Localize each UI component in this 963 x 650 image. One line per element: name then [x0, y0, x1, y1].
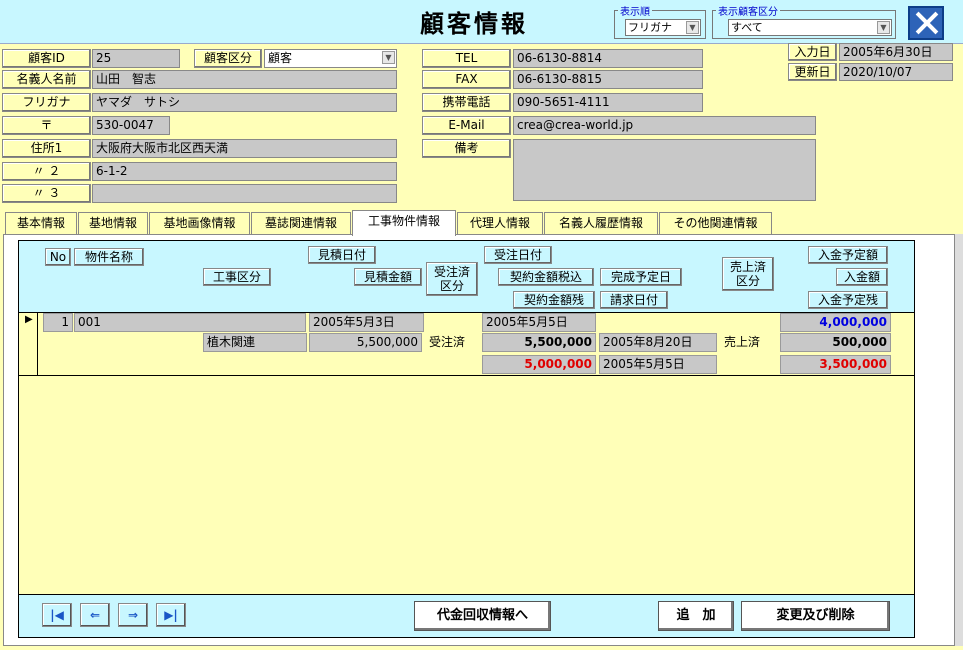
zip-label: 〒 — [2, 116, 91, 135]
edit-delete-button[interactable]: 変更及び削除 — [741, 601, 890, 631]
col-contract-remaining[interactable]: 契約金額残 — [513, 291, 595, 309]
col-estimate-amount[interactable]: 見積金額 — [354, 268, 422, 286]
tab-construction-info[interactable]: 工事物件情報 — [352, 210, 456, 236]
col-completion-date[interactable]: 完成予定日 — [600, 268, 682, 286]
row-contract-tax[interactable]: 5,500,000 — [482, 333, 596, 352]
sort-order-select[interactable]: フリガナ ▼ — [625, 19, 701, 36]
row-invoice-date[interactable]: 2005年5月5日 — [599, 355, 717, 374]
col-expected-payment[interactable]: 入金予定額 — [808, 246, 888, 264]
customer-id-label: 顧客ID — [2, 49, 91, 68]
email-field[interactable]: crea@crea-world.jp — [513, 116, 816, 135]
col-invoice-date[interactable]: 請求日付 — [600, 291, 668, 309]
tab-base-info[interactable]: 基地情報 — [78, 212, 148, 235]
previous-record-button[interactable]: ⇐ — [80, 603, 110, 627]
row-order-date[interactable]: 2005年5月5日 — [482, 313, 596, 332]
close-icon[interactable] — [908, 6, 944, 40]
update-date-label: 更新日 — [788, 63, 837, 81]
entry-date-label: 入力日 — [788, 43, 837, 61]
chevron-down-icon[interactable]: ▼ — [877, 21, 890, 34]
zip-field[interactable]: 530-0047 — [92, 116, 170, 135]
last-record-button[interactable]: ▶| — [156, 603, 186, 627]
customer-filter-value: すべて — [731, 21, 763, 34]
tab-base-image-info[interactable]: 基地画像情報 — [149, 212, 250, 235]
col-contract-tax[interactable]: 契約金額税込 — [498, 268, 594, 286]
note-label: 備考 — [422, 139, 511, 158]
update-date-field[interactable]: 2020/10/07 — [839, 63, 953, 81]
customer-category-value: 顧客 — [268, 51, 293, 65]
mobile-field[interactable]: 090-5651-4111 — [513, 93, 703, 112]
row-sold-status[interactable]: 売上済 — [720, 333, 778, 352]
row-no[interactable]: 1 — [43, 313, 73, 332]
note-field[interactable] — [513, 139, 816, 201]
sort-order-value: フリガナ — [628, 21, 672, 34]
address3-label: 〃 ３ — [2, 184, 91, 203]
chevron-down-icon[interactable]: ▼ — [686, 21, 699, 34]
tab-other-info[interactable]: その他関連情報 — [659, 212, 772, 235]
tab-basic-info[interactable]: 基本情報 — [5, 212, 77, 235]
col-name[interactable]: 物件名称 — [74, 248, 144, 266]
row-expected-payment[interactable]: 4,000,000 — [780, 313, 891, 332]
tab-epitaph-info[interactable]: 墓誌関連情報 — [251, 212, 351, 235]
customer-filter-select[interactable]: すべて ▼ — [728, 19, 892, 36]
name-field[interactable]: 山田 智志 — [92, 70, 397, 89]
address2-label: 〃 ２ — [2, 162, 91, 181]
address3-field[interactable] — [92, 184, 397, 203]
next-record-button[interactable]: ⇒ — [118, 603, 148, 627]
row-estimate-amount[interactable]: 5,500,000 — [309, 333, 422, 352]
collection-info-button[interactable]: 代金回収情報へ — [414, 601, 551, 631]
sort-order-legend: 表示順 — [618, 3, 652, 18]
email-label: E-Mail — [422, 116, 511, 135]
row-payment-remaining[interactable]: 3,500,000 — [780, 355, 891, 374]
entry-date-field[interactable]: 2005年6月30日 — [839, 43, 953, 61]
address1-field[interactable]: 大阪府大阪市北区西天満 — [92, 139, 397, 158]
col-work-type[interactable]: 工事区分 — [203, 268, 271, 286]
chevron-down-icon[interactable]: ▼ — [382, 51, 395, 64]
customer-category-label: 顧客区分 — [194, 49, 262, 68]
furigana-field[interactable]: ヤマダ サトシ — [92, 93, 397, 112]
address2-field[interactable]: 6-1-2 — [92, 162, 397, 181]
fax-field[interactable]: 06-6130-8815 — [513, 70, 703, 89]
col-order-date[interactable]: 受注日付 — [484, 246, 552, 264]
row-ordered-status[interactable]: 受注済 — [425, 333, 480, 352]
col-estimate-date[interactable]: 見積日付 — [308, 246, 376, 264]
first-record-button[interactable]: |◀ — [42, 603, 72, 627]
tel-label: TEL — [422, 49, 511, 68]
row-contract-remaining[interactable]: 5,000,000 — [482, 355, 596, 374]
row-divider — [19, 375, 914, 376]
tel-field[interactable]: 06-6130-8814 — [513, 49, 703, 68]
fax-label: FAX — [422, 70, 511, 89]
mobile-label: 携帯電話 — [422, 93, 511, 112]
tab-holder-history[interactable]: 名義人履歴情報 — [544, 212, 658, 235]
address1-label: 住所1 — [2, 139, 91, 158]
col-payment-remaining[interactable]: 入金予定残 — [808, 291, 888, 309]
customer-id-field[interactable]: 25 — [92, 49, 180, 68]
row-name[interactable]: 001 — [74, 313, 306, 332]
customer-category-select[interactable]: 顧客 ▼ — [264, 49, 397, 68]
row-payment[interactable]: 500,000 — [780, 333, 891, 352]
name-label: 名義人名前 — [2, 70, 91, 89]
col-sold-status[interactable]: 売上済 区分 — [722, 257, 774, 291]
col-payment[interactable]: 入金額 — [836, 268, 888, 286]
row-work-type[interactable]: 植木関連 — [203, 333, 307, 352]
add-button[interactable]: 追 加 — [658, 601, 734, 631]
row-estimate-date[interactable]: 2005年5月3日 — [309, 313, 424, 332]
page-title: 顧客情報 — [420, 9, 528, 38]
row-completion-date[interactable]: 2005年8月20日 — [599, 333, 717, 352]
tab-agent-info[interactable]: 代理人情報 — [457, 212, 543, 235]
vertical-scrollbar[interactable] — [955, 234, 963, 646]
col-ordered-status[interactable]: 受注済 区分 — [426, 262, 478, 296]
furigana-label: フリガナ — [2, 93, 91, 112]
current-record-icon: ▶ — [25, 314, 33, 325]
col-no[interactable]: No — [45, 248, 71, 266]
customer-filter-legend: 表示顧客区分 — [716, 3, 780, 18]
